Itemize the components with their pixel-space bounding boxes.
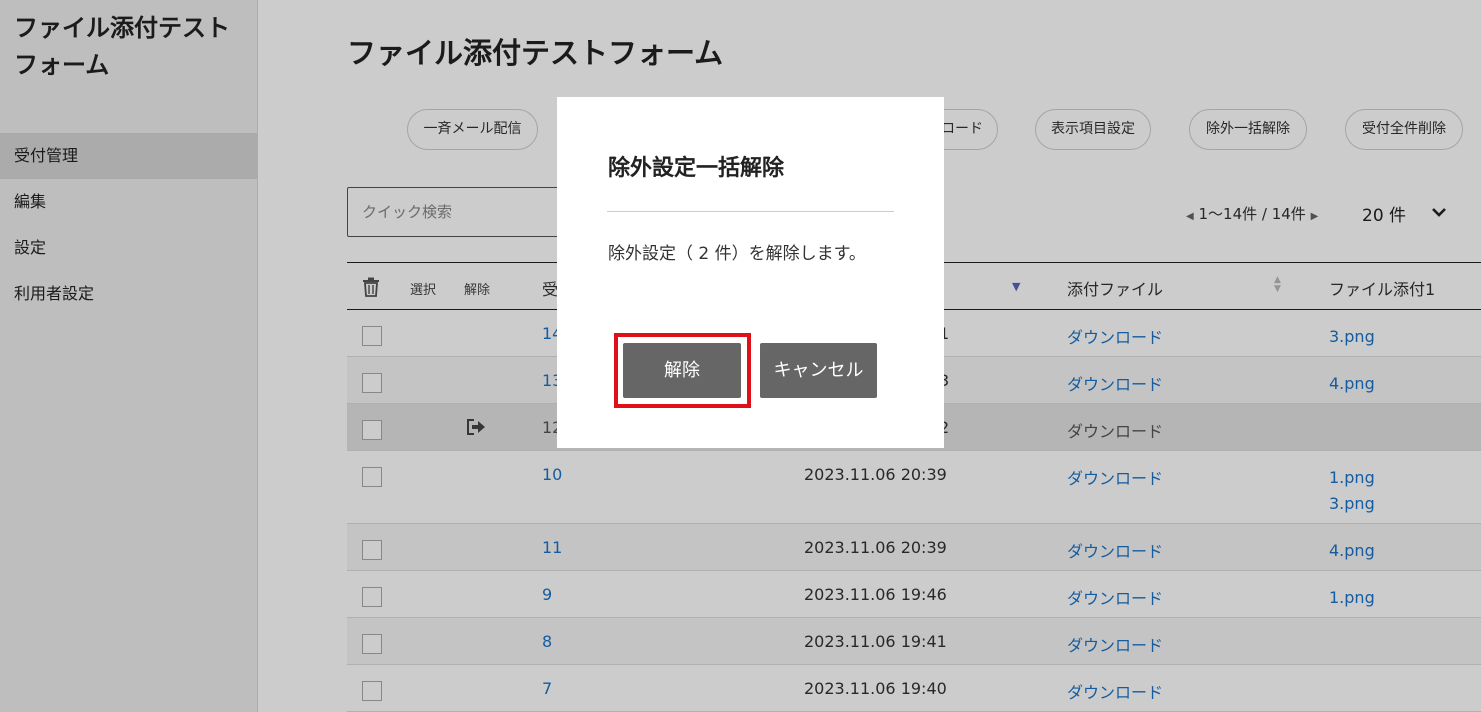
cancel-button[interactable]: キャンセル: [760, 343, 877, 398]
confirm-unexclude-button[interactable]: 解除: [623, 343, 741, 398]
dialog-title: 除外設定一括解除: [608, 156, 785, 181]
bulk-unexclude-dialog: 除外設定一括解除 除外設定（ 2 件）を解除します。 解除 キャンセル: [557, 97, 944, 448]
divider: [607, 211, 894, 212]
dialog-message: 除外設定（ 2 件）を解除します。: [608, 244, 866, 264]
